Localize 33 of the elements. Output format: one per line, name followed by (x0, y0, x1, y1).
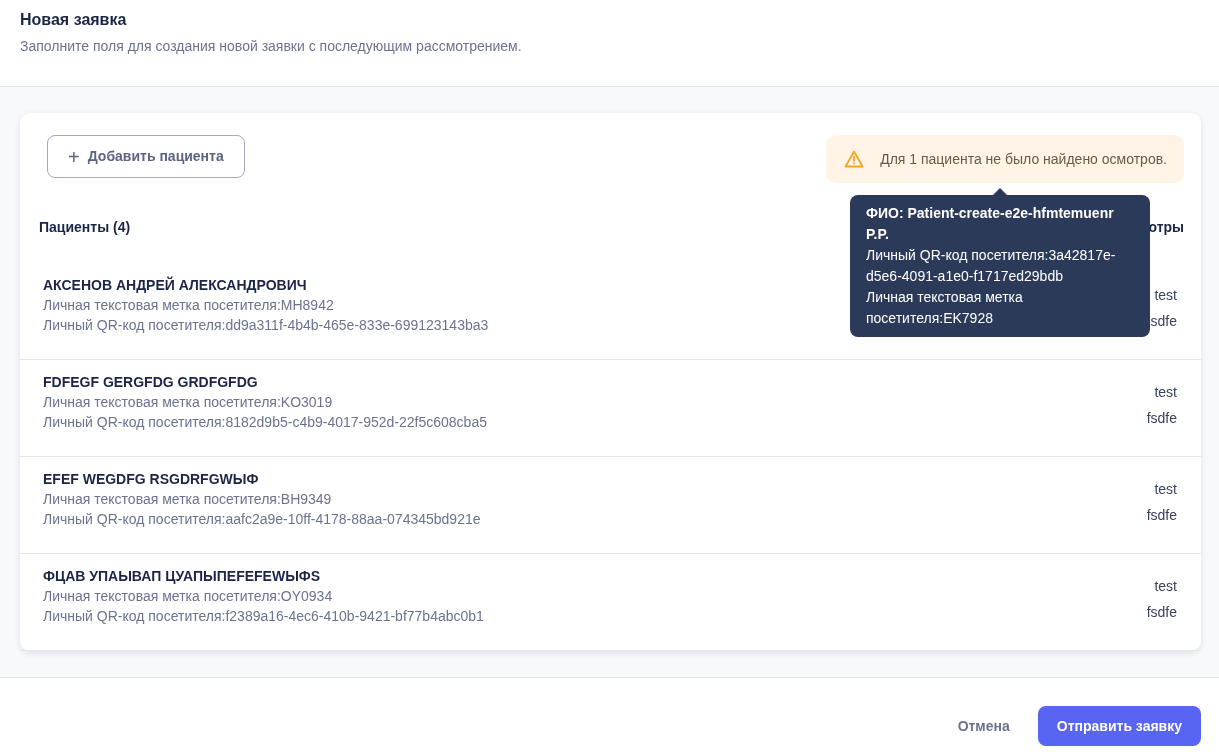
patient-tag: Личная текстовая метка посетителя:MH8942 (43, 295, 489, 315)
patient-qr-code: Личный QR-код посетителя:f2389a16-4ec6-410b-9421-bf77b4abc0b1 (43, 607, 484, 626)
cancel-button[interactable]: Отмена (945, 715, 1022, 737)
page-subtitle: Заполните поля для создания новой заявки с последующим рассмотрением. (20, 37, 523, 57)
patient-qr-code: Личный QR-код посетителя:8182d9b5-c4b9-4017-952d-22f5c608cba5 (43, 413, 487, 432)
tooltip-text: Личная текстовая метка посетителя:EK7928 (866, 288, 1024, 328)
visit-name: test (1153, 383, 1177, 402)
column-header: отры (1148, 218, 1184, 237)
patient-name: EFEF WEGDFG RSGDRFGWЫФ (43, 470, 260, 489)
visit-name: test (1153, 577, 1177, 596)
visit-name: fsdfe (1146, 409, 1177, 428)
page-title: Новая заявка (20, 10, 128, 30)
visit-name: fsdfe (1146, 506, 1177, 525)
add-patient-button[interactable]: + Добавить пациента (47, 135, 245, 178)
patient-name: FDFEGF GERGFDG GRDFGFDG (43, 373, 259, 392)
patient-name: АКСЕНОВ АНДРЕЙ АЛЕКСАНДРОВИЧ (43, 275, 308, 295)
visit-name: test (1153, 480, 1177, 499)
patient-qr-code: Личный QR-код посетителя:dd9a311f-4b4b-465e-833e-699123143ba3 (43, 316, 489, 335)
visit-name: test (1153, 286, 1177, 305)
tooltip-text: Личный QR-код посетителя:3a42817e-d5e6-4091-a1e0-f1717ed29bdb (866, 246, 1117, 286)
patient-tag: Личная текстовая метка посетителя:OY0934 (43, 586, 484, 606)
visit-name: sdfe (1150, 312, 1177, 331)
patient-tag: Личная текстовая метка посетителя:KO3019 (43, 392, 487, 412)
patient-name: ФЦАВ УПАЫВАП ЦУАПЫПЕFEFEWЫФS (43, 567, 322, 586)
alert-text: Для 1 пациента не было найдено осмотров. (880, 149, 1167, 169)
submit-button[interactable]: Отправить заявку (1037, 706, 1201, 746)
patient-qr-code: Личный QR-код посетителя:aafc2a9e-10ff-4178-88aa-074345bd921e (43, 510, 481, 529)
visit-name: fsdfe (1146, 603, 1177, 622)
tooltip-title: ФИО: Patient-create-e2e-hfmtemuenr P.P. (866, 204, 1115, 244)
plus-icon: + (68, 146, 80, 167)
warning-icon (844, 150, 865, 168)
column-header: Пациенты (4) (39, 218, 131, 237)
patient-tag: Личная текстовая метка посетителя:BH9349 (43, 489, 481, 509)
